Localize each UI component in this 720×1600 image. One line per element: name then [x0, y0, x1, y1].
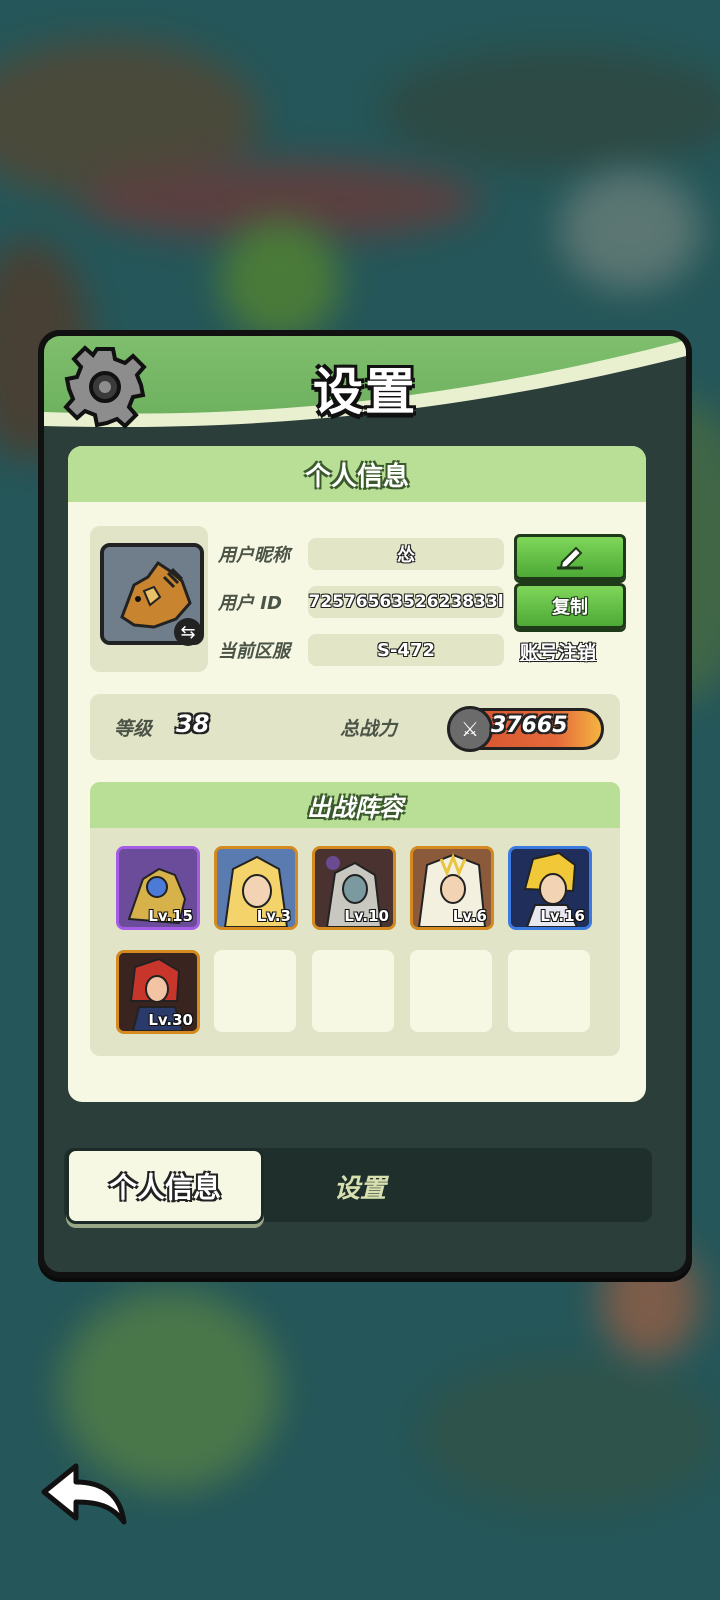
hero-slot-5[interactable]: Lv.16: [508, 846, 592, 930]
dialog-header: 设置: [38, 330, 692, 432]
nickname-value: 怂: [308, 538, 504, 570]
dialog-title: 设置: [313, 363, 417, 421]
level-label: 等级: [114, 718, 153, 740]
user-id-value: 7257656352623833l: [308, 586, 504, 618]
dialog-tabs: 个人信息 设置: [64, 1148, 652, 1224]
level-value: 38: [176, 710, 210, 738]
power-label: 总战力: [340, 718, 398, 740]
avatar-box[interactable]: ⇆: [90, 526, 208, 672]
hero-slot-1[interactable]: Lv.15: [116, 846, 200, 930]
lineup-title: 出战阵容: [90, 782, 620, 828]
swap-arrows-icon[interactable]: ⇆: [174, 618, 202, 646]
stats-bar: 等级 38 总战力 ⚔ 37665: [90, 694, 620, 760]
back-arrow-icon[interactable]: [38, 1460, 130, 1530]
battle-lineup: 出战阵容 Lv.15 Lv.3 Lv.10 Lv.6 Lv.16 Lv.30: [90, 782, 620, 1056]
hero-level: Lv.16: [540, 907, 585, 925]
nickname-row: 用户昵称 怂: [218, 538, 504, 570]
hero-level: Lv.10: [344, 907, 389, 925]
empty-hero-slot[interactable]: [410, 950, 492, 1032]
settings-dialog: 设置 个人信息 ⇆ 用户昵称 怂 用户 ID 7257656352623833l…: [38, 330, 692, 1278]
server-row: 当前区服 S-472: [218, 634, 504, 666]
hero-level: Lv.3: [256, 907, 291, 925]
hero-slot-2[interactable]: Lv.3: [214, 846, 298, 930]
personal-info-title: 个人信息: [68, 446, 646, 502]
empty-hero-slot[interactable]: [214, 950, 296, 1032]
hero-level: Lv.30: [148, 1011, 193, 1029]
hero-slot-6[interactable]: Lv.30: [116, 950, 200, 1034]
hero-slot-3[interactable]: Lv.10: [312, 846, 396, 930]
hero-slot-4[interactable]: Lv.6: [410, 846, 494, 930]
empty-hero-slot[interactable]: [312, 950, 394, 1032]
cancel-account-link[interactable]: 账号注销: [520, 638, 596, 665]
power-badge: ⚔ 37665: [447, 706, 604, 752]
empty-hero-slot[interactable]: [508, 950, 590, 1032]
server-value: S-472: [308, 634, 504, 666]
user-id-row: 用户 ID 7257656352623833l: [218, 586, 504, 618]
pencil-icon: [557, 546, 583, 570]
copy-id-button[interactable]: 复制: [514, 583, 626, 629]
power-value: 37665: [491, 713, 568, 738]
server-label: 当前区服: [218, 641, 290, 662]
hero-level: Lv.6: [452, 907, 487, 925]
tab-personal-info[interactable]: 个人信息: [66, 1148, 264, 1224]
hero-level: Lv.15: [148, 907, 193, 925]
personal-info-panel: 个人信息 ⇆ 用户昵称 怂 用户 ID 7257656352623833l 复制…: [68, 446, 646, 1102]
tab-settings[interactable]: 设置: [334, 1168, 386, 1205]
crossed-swords-icon: ⚔: [447, 706, 493, 752]
edit-nickname-button[interactable]: [514, 534, 626, 580]
user-id-label: 用户 ID: [218, 593, 282, 614]
nickname-label: 用户昵称: [218, 545, 290, 566]
